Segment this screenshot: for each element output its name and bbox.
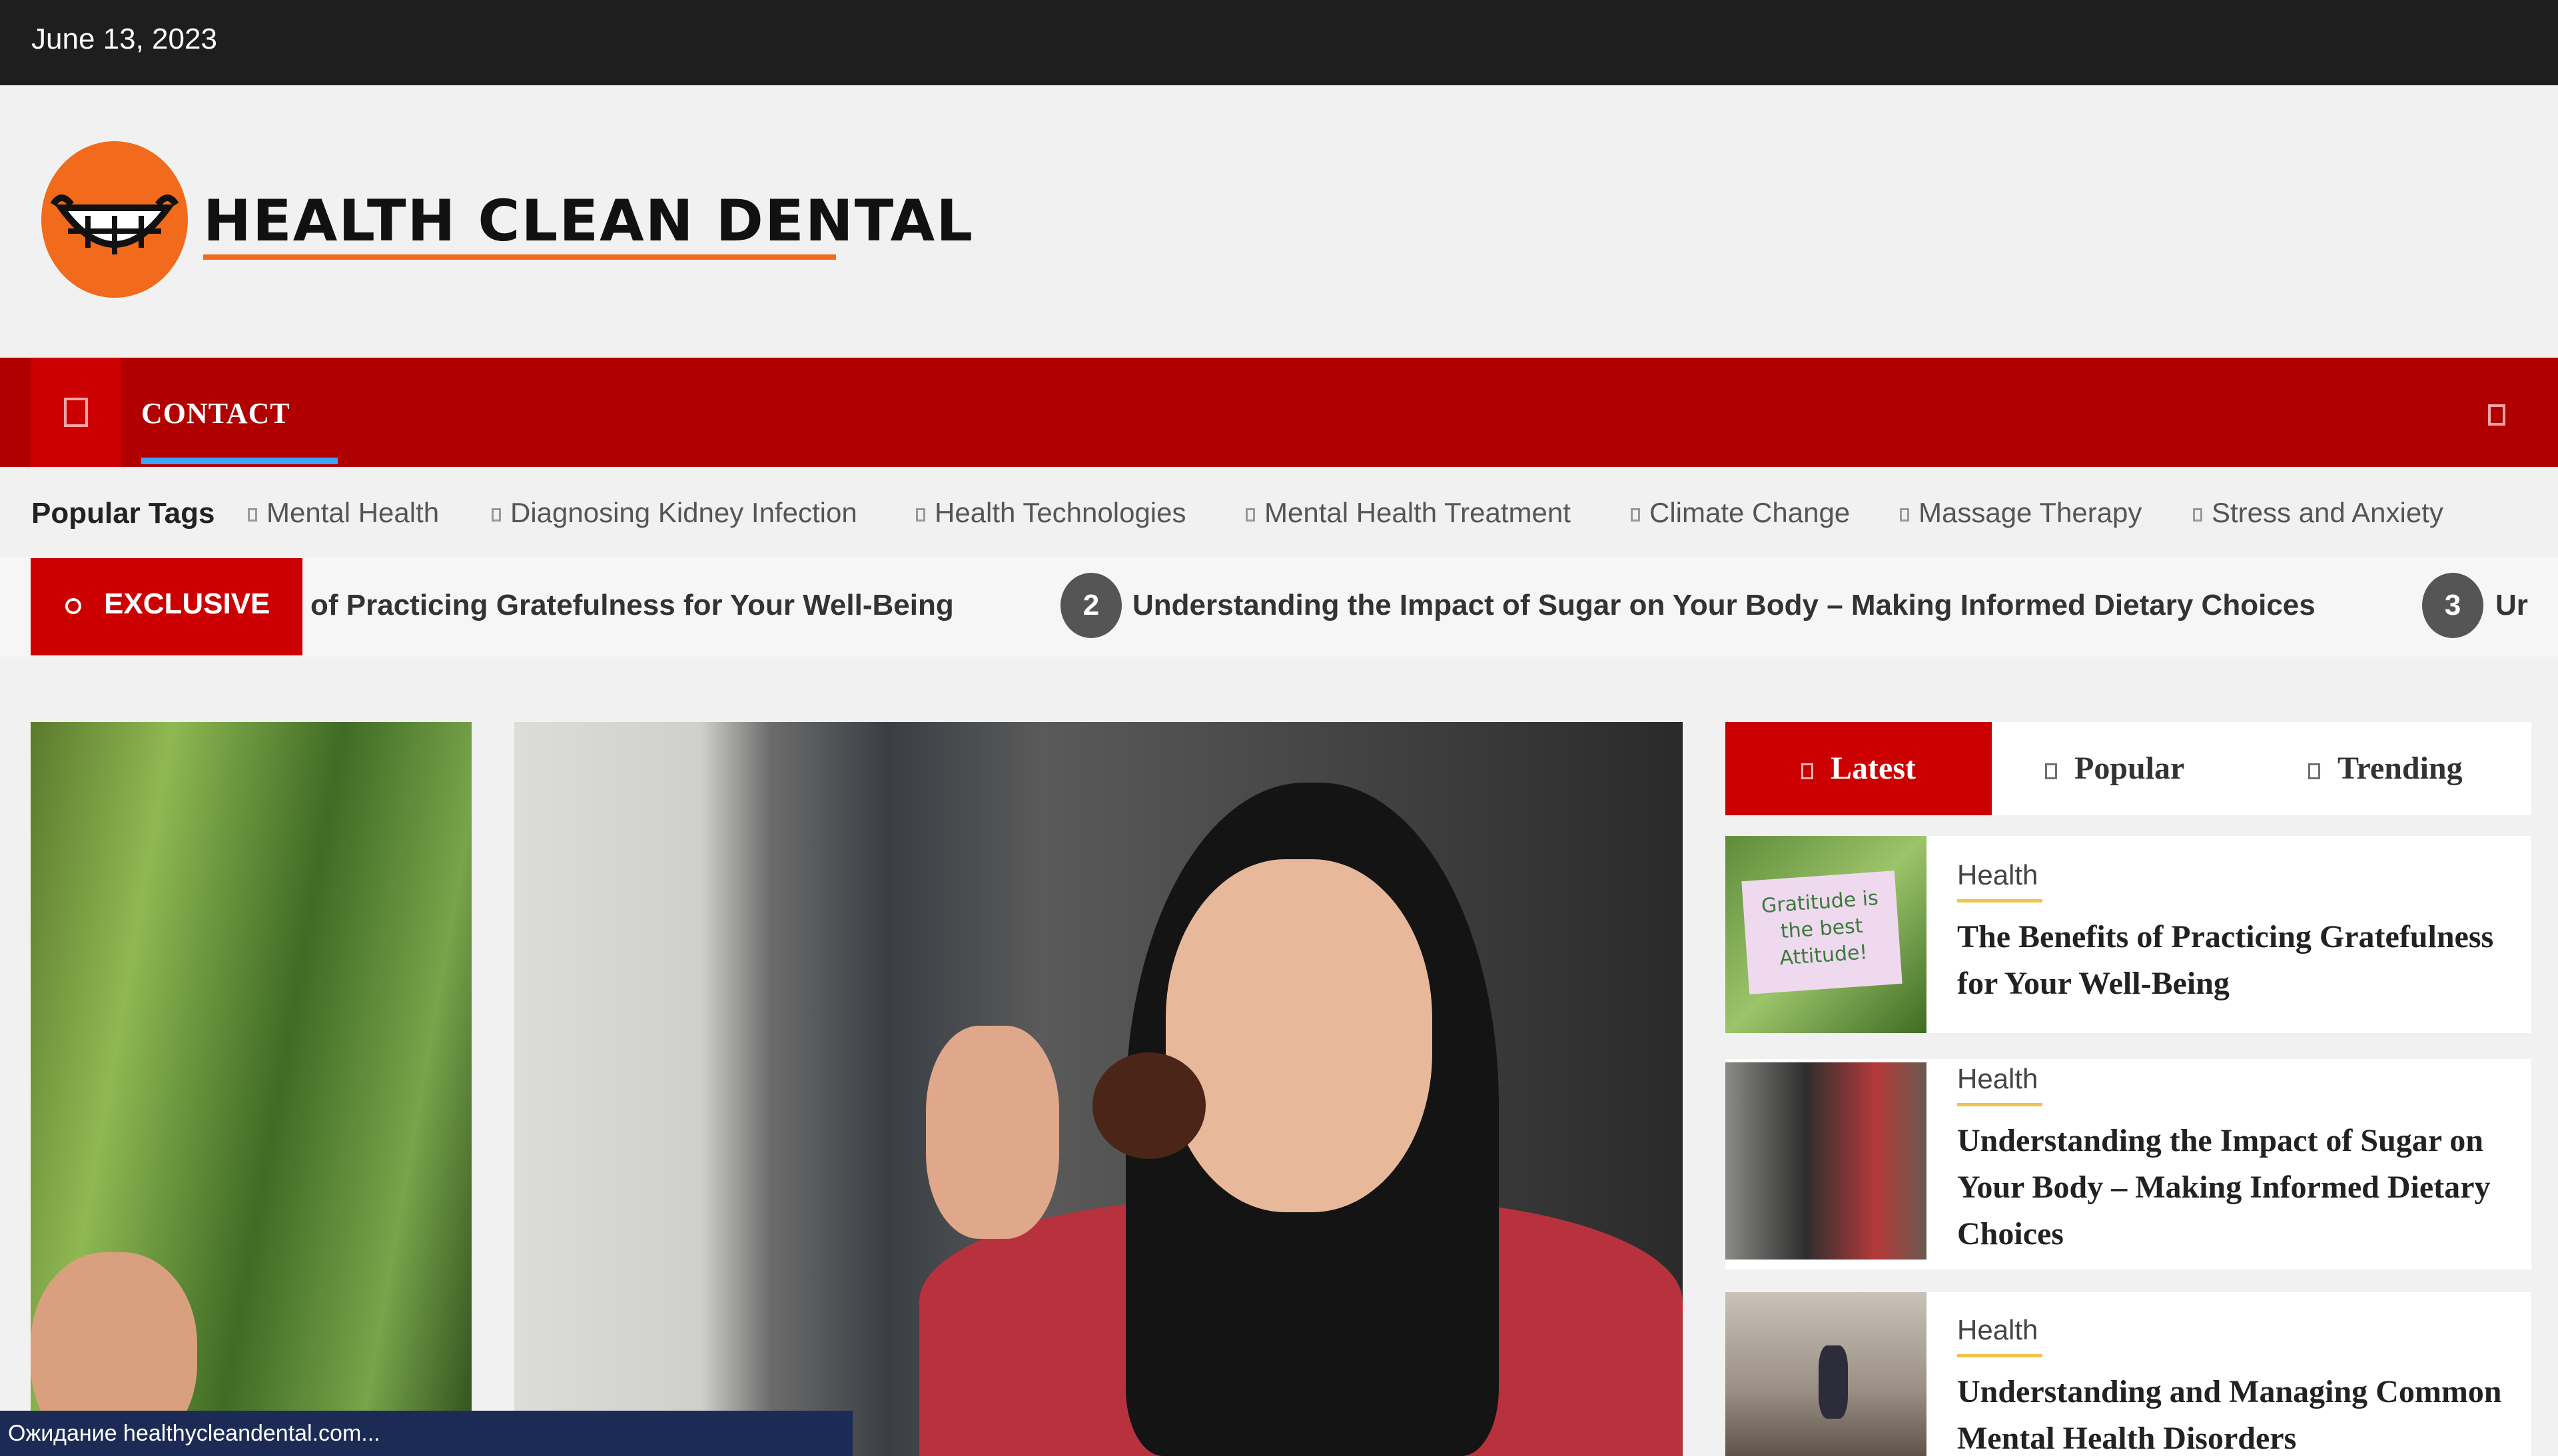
category-underline — [1957, 1354, 2042, 1357]
tag-icon — [1631, 508, 1640, 522]
tag-icon — [2193, 508, 2202, 522]
clock-icon — [1801, 763, 1814, 779]
post-title[interactable]: The Benefits of Practicing Gratefulness … — [1957, 914, 2510, 1007]
site-logo-text[interactable]: HEALTH CLEAN DENTAL — [203, 188, 974, 254]
category-underline — [1957, 1103, 2042, 1106]
post-thumbnail[interactable]: Gratitude is the best Attitude! — [1725, 836, 1926, 1033]
tab-latest[interactable]: Latest — [1725, 722, 1992, 815]
tag-label: Mental Health — [266, 497, 440, 528]
tag-icon — [916, 508, 925, 522]
tab-label: Popular — [2074, 751, 2185, 786]
tag-link[interactable]: Climate Change — [1631, 497, 1850, 529]
post-title[interactable]: Understanding the Impact of Sugar on You… — [1957, 1118, 2510, 1258]
logo-underline — [203, 254, 836, 260]
image-detail-cake — [1092, 1052, 1206, 1159]
trending-icon — [2308, 763, 2320, 779]
tag-link[interactable]: Mental Health — [248, 497, 439, 529]
image-detail-face — [1166, 859, 1432, 1212]
menu-icon — [64, 398, 88, 427]
tag-label: Health Technologies — [935, 497, 1186, 528]
active-nav-indicator — [141, 458, 338, 464]
ticker-number-badge: 2 — [1061, 573, 1122, 638]
thumbnail-figure — [1819, 1345, 1848, 1419]
tag-icon — [492, 508, 501, 522]
category-underline — [1957, 899, 2042, 903]
ticker-item[interactable]: of Practicing Gratefulness for Your Well… — [310, 589, 954, 622]
search-icon[interactable] — [2488, 404, 2505, 426]
image-detail-hand — [926, 1026, 1059, 1239]
tag-label: Diagnosing Kidney Infection — [510, 497, 857, 528]
ticker-number-badge: 3 — [2422, 573, 2483, 638]
tag-icon — [1900, 508, 1909, 522]
fire-icon — [2045, 763, 2057, 779]
grinning-face-logo-icon[interactable] — [41, 141, 188, 298]
ticker-item[interactable]: Ur — [2495, 589, 2528, 622]
tag-link[interactable]: Health Technologies — [916, 497, 1186, 529]
tab-popular[interactable]: Popular — [2045, 722, 2184, 815]
tag-label: Mental Health Treatment — [1264, 497, 1571, 528]
main-navigation: CONTACT — [0, 358, 2558, 467]
exclusive-label: EXCLUSIVE — [104, 587, 270, 620]
tag-link[interactable]: Massage Therapy — [1900, 497, 2142, 529]
post-thumbnail[interactable] — [1725, 1292, 1926, 1456]
post-thumbnail[interactable] — [1725, 1062, 1926, 1260]
tag-link[interactable]: Stress and Anxiety — [2193, 497, 2443, 529]
tab-label: Latest — [1831, 751, 1916, 786]
tag-link[interactable]: Mental Health Treatment — [1246, 497, 1571, 529]
pulse-icon — [65, 598, 81, 614]
tab-trending[interactable]: Trending — [2308, 722, 2463, 815]
post-title[interactable]: Understanding and Managing Common Mental… — [1957, 1369, 2510, 1456]
tag-link[interactable]: Diagnosing Kidney Infection — [492, 497, 857, 529]
menu-toggle-button[interactable] — [31, 358, 121, 467]
tag-icon — [248, 508, 257, 522]
top-bar: June 13, 2023 — [0, 0, 2558, 85]
nav-item-contact[interactable]: CONTACT — [141, 396, 290, 430]
logo-smile-graphic — [50, 194, 179, 254]
post-category[interactable]: Health — [1957, 859, 2038, 891]
exclusive-badge: EXCLUSIVE — [31, 558, 302, 655]
browser-status-bar: Ожидание healthycleandental.com... — [0, 1411, 853, 1456]
tag-label: Climate Change — [1649, 497, 1851, 528]
tag-icon — [1246, 508, 1255, 522]
tag-label: Massage Therapy — [1918, 497, 2142, 528]
current-date: June 13, 2023 — [31, 23, 217, 55]
ticker-item[interactable]: Understanding the Impact of Sugar on You… — [1132, 589, 2316, 622]
tab-label: Trending — [2338, 751, 2463, 786]
post-category[interactable]: Health — [1957, 1063, 2038, 1095]
popular-tags-label: Popular Tags — [31, 497, 215, 530]
post-category[interactable]: Health — [1957, 1314, 2038, 1346]
tag-label: Stress and Anxiety — [2212, 497, 2443, 528]
gratitude-sign: Gratitude is the best Attitude! — [1741, 871, 1903, 994]
